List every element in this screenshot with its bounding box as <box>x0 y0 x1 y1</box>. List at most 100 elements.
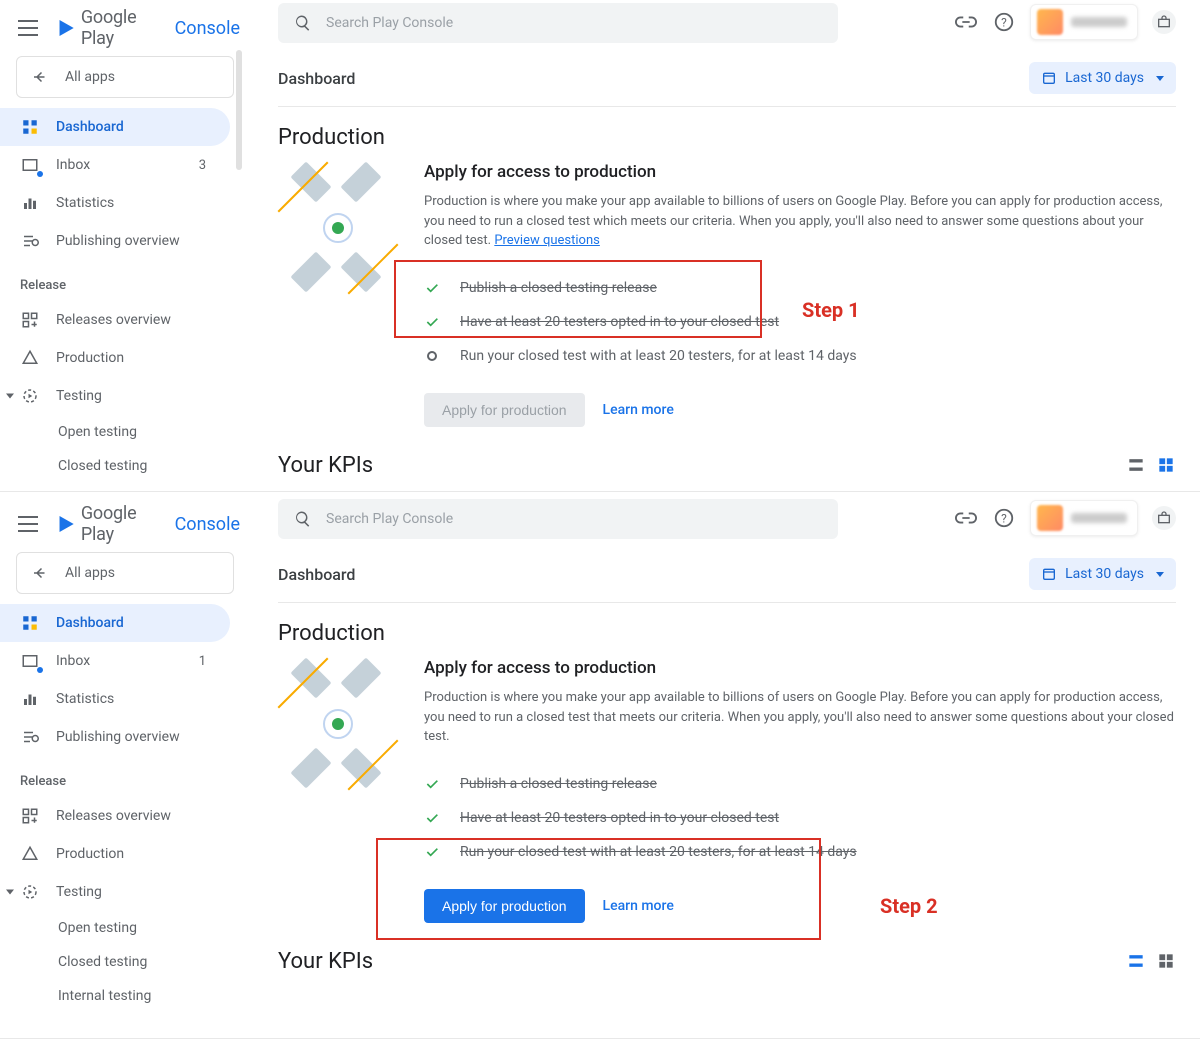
sidebar-item-dashboard[interactable]: Dashboard <box>0 604 230 642</box>
logo-text-1: Google Play <box>81 503 171 545</box>
date-range-label: Last 30 days <box>1065 566 1144 582</box>
breadcrumb: Dashboard <box>278 565 355 584</box>
date-range-label: Last 30 days <box>1065 70 1144 86</box>
sidebar-item-publishing-overview[interactable]: Publishing overview <box>0 718 230 756</box>
briefcase-icon[interactable] <box>1152 10 1176 34</box>
date-range-selector[interactable]: Last 30 days <box>1029 558 1176 590</box>
inbox-count: 1 <box>199 654 210 669</box>
app-thumbnail <box>1037 505 1063 531</box>
list-view-icon[interactable] <box>1126 951 1146 971</box>
apply-for-production-button[interactable]: Apply for production <box>424 889 585 923</box>
help-icon[interactable]: ? <box>992 10 1016 34</box>
breadcrumb: Dashboard <box>278 69 355 88</box>
section-title-production: Production <box>278 125 1176 150</box>
statistics-icon <box>20 689 40 709</box>
sidebar-item-label: Inbox <box>56 653 90 669</box>
search-placeholder: Search Play Console <box>326 511 453 527</box>
all-apps-button[interactable]: All apps <box>16 552 234 594</box>
section-label-release: Release <box>0 756 250 797</box>
logo[interactable]: Google Play Console <box>56 503 240 545</box>
search-placeholder: Search Play Console <box>326 15 453 31</box>
scrollbar[interactable] <box>236 50 242 170</box>
svg-text:?: ? <box>1001 512 1007 526</box>
sidebar-item-label: Testing <box>56 388 102 404</box>
learn-more-link[interactable]: Learn more <box>603 898 674 914</box>
sidebar: Google Play Console All apps Dashboard I… <box>0 0 250 491</box>
sidebar-item-production[interactable]: Production <box>0 835 230 873</box>
sidebar-item-label: Dashboard <box>56 119 124 135</box>
section-title-kpis: Your KPIs <box>278 453 373 478</box>
preview-questions-link[interactable]: Preview questions <box>494 233 600 248</box>
sidebar-item-statistics[interactable]: Statistics <box>0 184 230 222</box>
menu-icon[interactable] <box>18 20 38 36</box>
search-input[interactable]: Search Play Console <box>278 499 838 539</box>
learn-more-link[interactable]: Learn more <box>603 402 674 418</box>
help-icon[interactable]: ? <box>992 506 1016 530</box>
sidebar-item-production[interactable]: Production <box>0 339 230 377</box>
sidebar-item-publishing-overview[interactable]: Publishing overview <box>0 222 230 260</box>
sidebar-item-label: Inbox <box>56 157 90 173</box>
back-arrow-icon <box>31 68 49 86</box>
sidebar-item-closed-testing[interactable]: Closed testing <box>0 945 230 979</box>
inbox-count: 3 <box>199 158 210 173</box>
sidebar-item-label: Statistics <box>56 195 114 211</box>
sidebar-item-dashboard[interactable]: Dashboard <box>0 108 230 146</box>
task-label: Run your closed test with at least 20 te… <box>460 844 857 860</box>
sidebar-item-label: Releases overview <box>56 312 171 328</box>
sidebar-item-testing[interactable]: Testing <box>0 873 230 911</box>
sidebar-item-statistics[interactable]: Statistics <box>0 680 230 718</box>
sidebar-item-label: Open testing <box>58 920 137 936</box>
task-item: Publish a closed testing release <box>424 271 1176 305</box>
sidebar-item-releases-overview[interactable]: Releases overview <box>0 797 230 835</box>
app-selector[interactable] <box>1030 500 1138 536</box>
releases-icon <box>20 806 40 826</box>
sidebar-item-label: Publishing overview <box>56 729 180 745</box>
back-arrow-icon <box>31 564 49 582</box>
list-view-icon[interactable] <box>1126 455 1146 475</box>
statistics-icon <box>20 193 40 213</box>
all-apps-label: All apps <box>65 565 115 581</box>
sidebar-item-label: Closed testing <box>58 458 147 474</box>
task-label: Publish a closed testing release <box>460 280 657 296</box>
sidebar-item-testing[interactable]: Testing <box>0 377 230 415</box>
task-item: Publish a closed testing release <box>424 767 1176 801</box>
sidebar-item-label: Internal testing <box>58 988 151 1004</box>
sidebar-item-open-testing[interactable]: Open testing <box>0 911 230 945</box>
task-item: Run your closed test with at least 20 te… <box>424 339 1176 373</box>
dashboard-icon <box>20 117 40 137</box>
all-apps-label: All apps <box>65 69 115 85</box>
grid-view-icon[interactable] <box>1156 951 1176 971</box>
publishing-icon <box>20 231 40 251</box>
dashboard-icon <box>20 613 40 633</box>
publishing-icon <box>20 727 40 747</box>
sidebar-item-inbox[interactable]: Inbox 1 <box>0 642 230 680</box>
all-apps-button[interactable]: All apps <box>16 56 234 98</box>
grid-view-icon[interactable] <box>1156 455 1176 475</box>
sidebar-item-label: Testing <box>56 884 102 900</box>
link-icon[interactable] <box>954 506 978 530</box>
date-range-selector[interactable]: Last 30 days <box>1029 62 1176 94</box>
sidebar-item-closed-testing[interactable]: Closed testing <box>0 449 230 483</box>
task-label: Have at least 20 testers opted in to you… <box>460 810 779 826</box>
section-label-release: Release <box>0 260 250 301</box>
satellite-illustration <box>278 168 398 288</box>
app-name-redacted <box>1071 17 1127 27</box>
app-selector[interactable] <box>1030 4 1138 40</box>
task-item: Run your closed test with at least 20 te… <box>424 835 1176 869</box>
sidebar-item-inbox[interactable]: Inbox 3 <box>0 146 230 184</box>
section-title-production: Production <box>278 621 1176 646</box>
logo[interactable]: Google Play Console <box>56 7 240 49</box>
menu-icon[interactable] <box>18 516 38 532</box>
main: Search Play Console ? Dashboard Last 30 … <box>250 0 1200 491</box>
sidebar-item-label: Production <box>56 350 124 366</box>
play-icon <box>56 17 77 39</box>
check-icon <box>424 844 440 860</box>
link-icon[interactable] <box>954 10 978 34</box>
app-thumbnail <box>1037 9 1063 35</box>
briefcase-icon[interactable] <box>1152 506 1176 530</box>
chevron-down-icon <box>1156 76 1164 81</box>
sidebar-item-open-testing[interactable]: Open testing <box>0 415 230 449</box>
sidebar-item-internal-testing[interactable]: Internal testing <box>0 979 230 1013</box>
sidebar-item-releases-overview[interactable]: Releases overview <box>0 301 230 339</box>
search-input[interactable]: Search Play Console <box>278 3 838 43</box>
